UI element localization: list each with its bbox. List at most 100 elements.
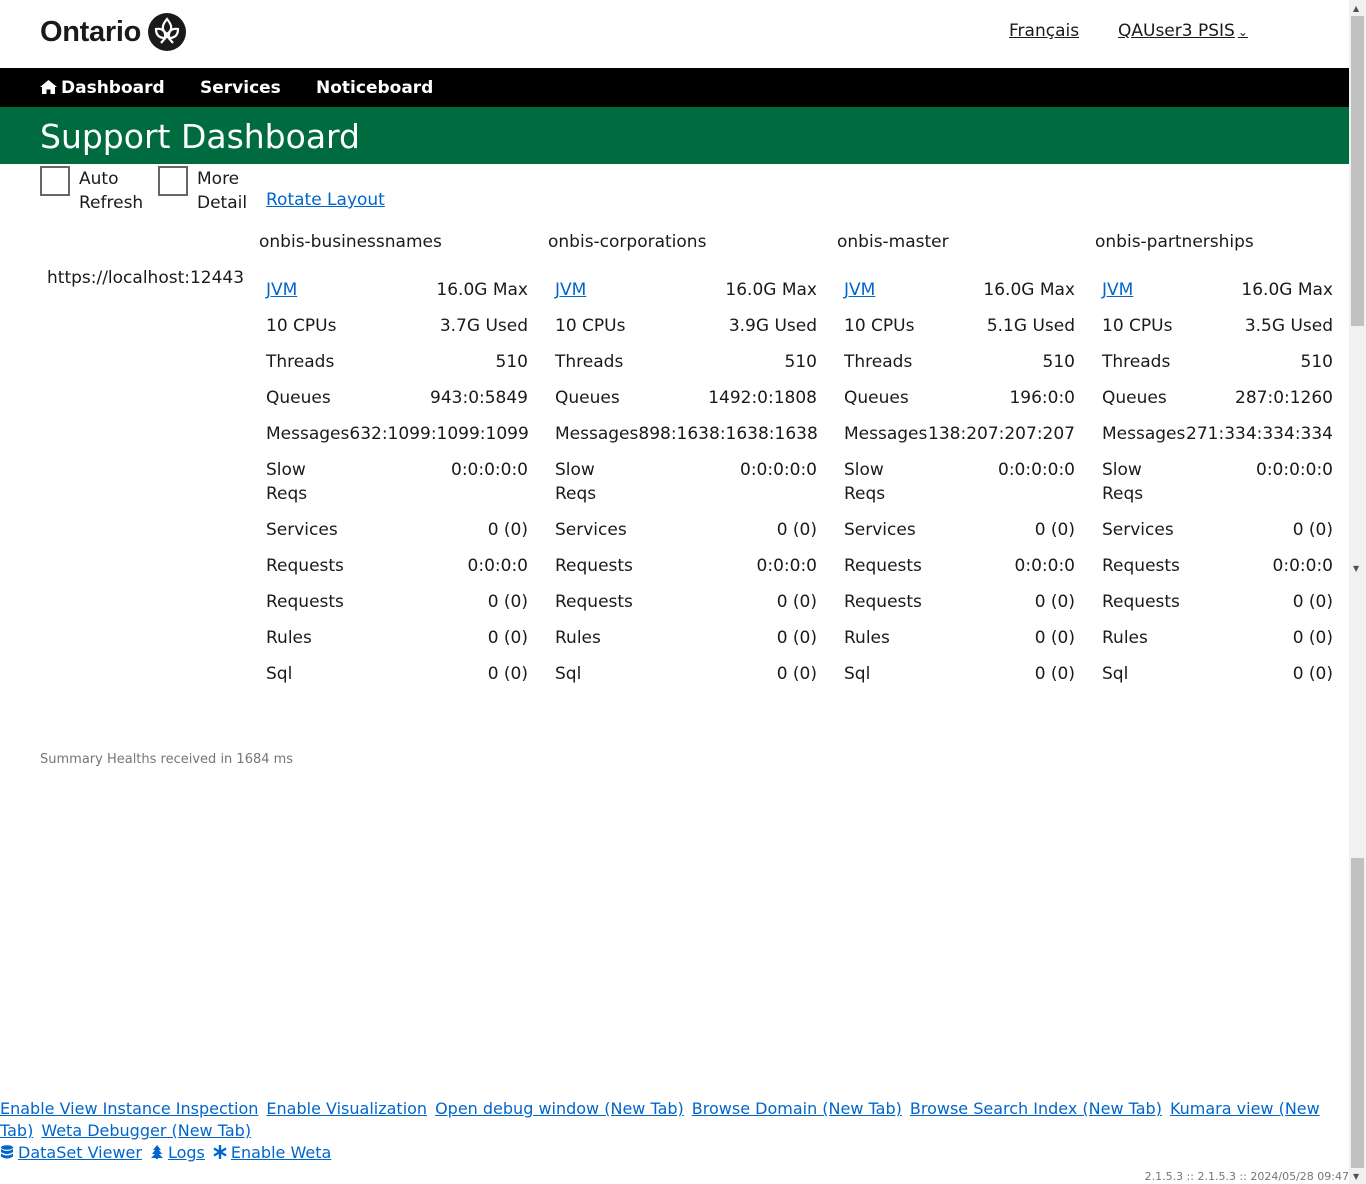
metric-value: 510: [784, 352, 817, 372]
metric-value: 0 (0): [487, 592, 528, 612]
weta-debugger-link[interactable]: Weta Debugger (New Tab): [41, 1121, 251, 1140]
metric-label-line: Reqs: [844, 484, 886, 504]
metric-value: 16.0G Max: [725, 280, 817, 300]
metric-label: Threads: [555, 352, 624, 372]
service-name: onbis-partnerships: [1095, 232, 1254, 252]
metric-value: 0 (0): [487, 628, 528, 648]
metric-label: Queues: [555, 388, 620, 408]
jvm-link[interactable]: JVM: [1102, 278, 1133, 302]
scroll-thumb[interactable]: [1351, 16, 1364, 326]
metric-value: 3.7G Used: [439, 316, 528, 336]
title-bar: Support Dashboard: [0, 107, 1349, 164]
enable-view-instance-inspection-link[interactable]: Enable View Instance Inspection: [0, 1099, 258, 1118]
jvm-link[interactable]: JVM: [266, 278, 297, 302]
metric-label: Slow Reqs: [266, 458, 307, 506]
metric-label-line: Reqs: [555, 484, 597, 504]
user-menu[interactable]: QAUser3 PSIS ⌄: [1118, 21, 1248, 41]
metric-label: 10 CPUs: [555, 316, 626, 336]
metric-value: 0:0:0:0: [1014, 556, 1075, 576]
metric-row: Requests 0 (0): [1095, 590, 1333, 626]
service-name: onbis-corporations: [548, 232, 707, 252]
metric-value: 0:0:0:0: [756, 556, 817, 576]
home-icon: [40, 80, 57, 94]
footer-debug-links: Enable View Instance Inspection Enable Vi…: [0, 1098, 1349, 1142]
scroll-down-icon[interactable]: ▼: [1353, 564, 1359, 573]
nav-services[interactable]: Services: [200, 78, 281, 98]
dataset-viewer-label: DataSet Viewer: [18, 1143, 142, 1162]
browse-search-index-link[interactable]: Browse Search Index (New Tab): [910, 1099, 1162, 1118]
metric-label: Requests: [555, 556, 633, 576]
logs-link[interactable]: Logs: [150, 1143, 205, 1162]
nav-noticeboard[interactable]: Noticeboard: [316, 78, 433, 98]
metric-label: Messages: [1102, 424, 1186, 444]
metric-value: 196:0:0: [1009, 388, 1075, 408]
metric-row: 10 CPUs 3.7G Used: [259, 314, 528, 350]
metric-row: 10 CPUs 5.1G Used: [837, 314, 1075, 350]
auto-refresh-label-line1: Auto: [79, 169, 119, 189]
metric-label-line: Slow: [266, 460, 306, 480]
metric-label: Services: [844, 520, 916, 540]
auto-refresh-checkbox[interactable]: [40, 166, 70, 196]
rotate-layout-link[interactable]: Rotate Layout: [266, 190, 385, 210]
metric-value: 0 (0): [1292, 664, 1333, 684]
metric-value: 138:207:207:207: [928, 424, 1075, 444]
metric-row: Threads 510: [1095, 350, 1333, 386]
dataset-viewer-link[interactable]: DataSet Viewer: [0, 1143, 142, 1162]
language-link[interactable]: Français: [1009, 21, 1079, 41]
open-debug-window-link[interactable]: Open debug window (New Tab): [435, 1099, 684, 1118]
scroll-up-icon[interactable]: ▲: [1353, 4, 1359, 13]
host-label: https://localhost:12443: [47, 268, 245, 288]
metric-label: Requests: [844, 592, 922, 612]
metric-row: Messages 271:334:334:334: [1095, 422, 1333, 458]
metric-label: Sql: [844, 664, 871, 684]
metric-value: 0 (0): [1292, 628, 1333, 648]
metric-value: 510: [1300, 352, 1333, 372]
browse-domain-link[interactable]: Browse Domain (New Tab): [692, 1099, 902, 1118]
metric-label-line: Slow: [555, 460, 595, 480]
metric-label: Slow Reqs: [844, 458, 885, 506]
service-name: onbis-master: [837, 232, 949, 252]
metric-label: Threads: [266, 352, 335, 372]
service-name: onbis-businessnames: [259, 232, 442, 252]
ontario-logo[interactable]: Ontario: [40, 12, 187, 52]
metric-value: 0 (0): [1034, 628, 1075, 648]
enable-weta-label: Enable Weta: [230, 1143, 332, 1162]
metric-label: Requests: [266, 556, 344, 576]
metric-value: 0:0:0:0: [467, 556, 528, 576]
metric-row: Services 0 (0): [1095, 518, 1333, 554]
metric-row: Sql 0 (0): [1095, 662, 1333, 698]
metric-label-line: Reqs: [1102, 484, 1144, 504]
scroll-down-icon-bottom[interactable]: ▼: [1353, 1172, 1359, 1181]
more-detail-checkbox[interactable]: [158, 166, 188, 196]
metric-row: Sql 0 (0): [259, 662, 528, 698]
enable-visualization-link[interactable]: Enable Visualization: [266, 1099, 427, 1118]
jvm-link[interactable]: JVM: [555, 278, 586, 302]
enable-weta-link[interactable]: Enable Weta: [213, 1143, 331, 1162]
metric-row: Rules 0 (0): [1095, 626, 1333, 662]
metric-label-line: Reqs: [266, 484, 308, 504]
metric-row: Threads 510: [837, 350, 1075, 386]
metric-label: Requests: [1102, 556, 1180, 576]
asterisk-icon: [213, 1145, 227, 1159]
scroll-thumb-lower[interactable]: [1351, 858, 1364, 1168]
metric-value: 0 (0): [1292, 592, 1333, 612]
metric-label: Services: [555, 520, 627, 540]
metric-row: Services 0 (0): [259, 518, 528, 554]
jvm-link[interactable]: JVM: [844, 278, 875, 302]
metric-value: 0 (0): [776, 520, 817, 540]
metric-label-line: Slow: [844, 460, 884, 480]
metric-value: 0 (0): [1292, 520, 1333, 540]
footer-tool-links: DataSet Viewer Logs Enable Weta: [0, 1142, 339, 1164]
metric-value: 0:0:0:0:0: [1256, 460, 1333, 480]
metric-row: Queues 1492:0:1808: [548, 386, 817, 422]
nav-dashboard[interactable]: Dashboard: [40, 78, 165, 98]
metric-label: Threads: [844, 352, 913, 372]
metric-value: 0:0:0:0:0: [998, 460, 1075, 480]
page-title: Support Dashboard: [40, 117, 360, 156]
metric-label: Services: [1102, 520, 1174, 540]
metric-value: 287:0:1260: [1235, 388, 1333, 408]
metric-value: 0 (0): [776, 628, 817, 648]
metric-label: 10 CPUs: [1102, 316, 1173, 336]
more-detail-label-line1: More: [197, 169, 240, 189]
metric-label: Queues: [844, 388, 909, 408]
